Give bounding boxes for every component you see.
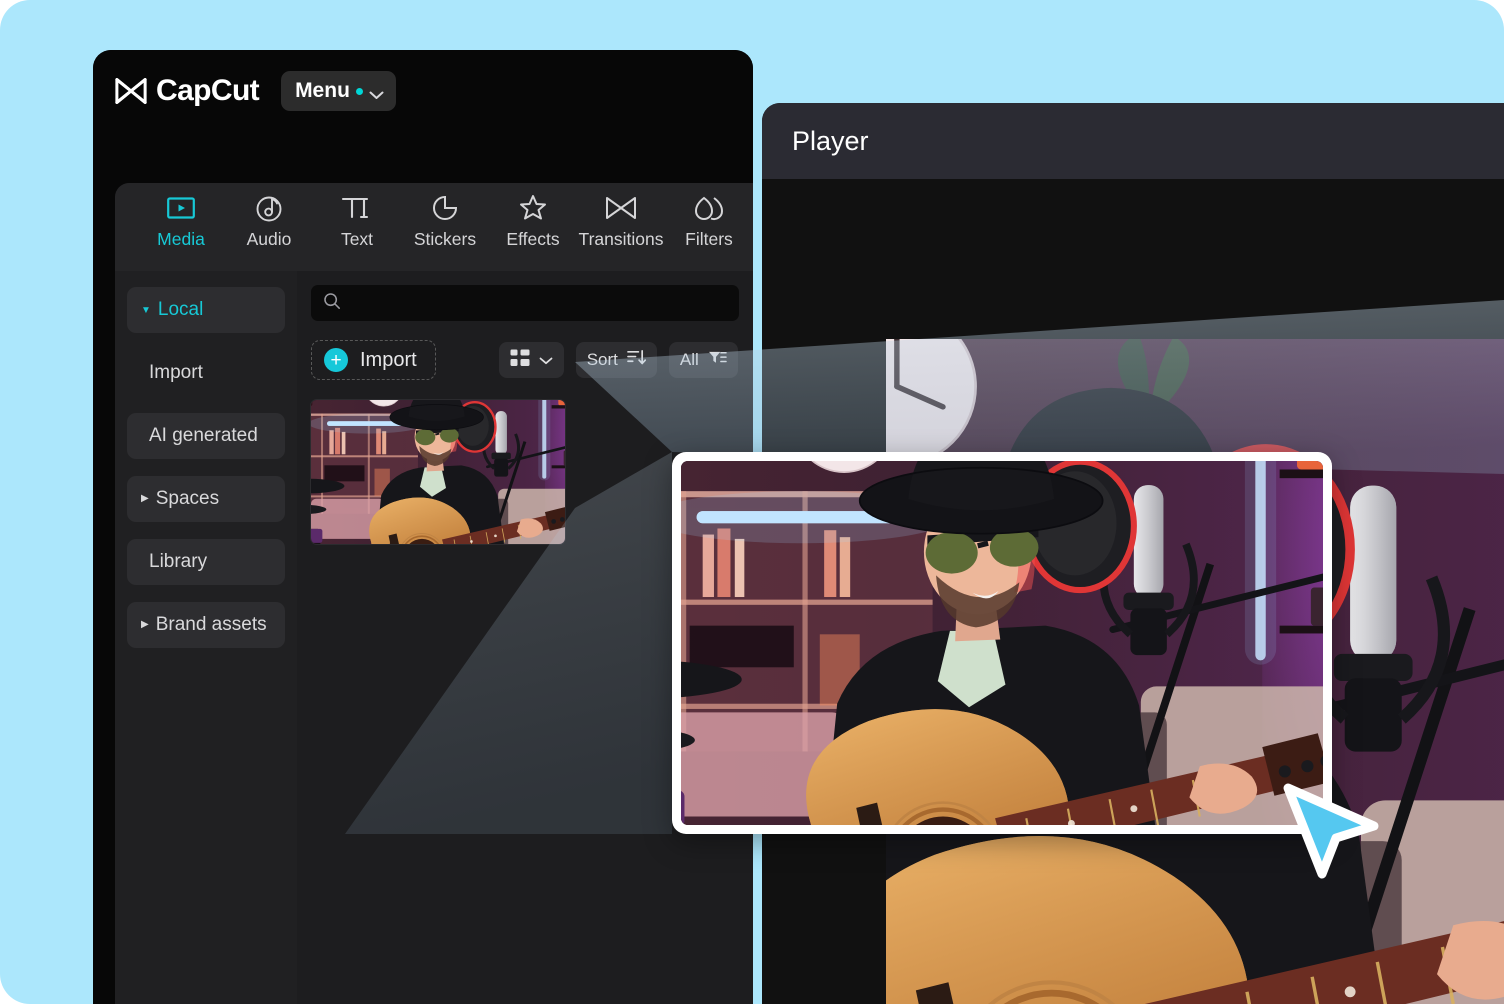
- sidebar-item-spaces-label: Spaces: [156, 488, 219, 510]
- caret-right-icon: ▶: [141, 620, 149, 630]
- zoom-preview-card[interactable]: [672, 452, 1332, 834]
- filters-icon: [694, 193, 724, 223]
- media-toolbar: + Import: [311, 340, 739, 380]
- sidebar-item-brand-assets[interactable]: ▶ Brand assets: [127, 602, 285, 648]
- menu-button[interactable]: Menu: [281, 71, 396, 111]
- tab-strip: Media Audio Text: [115, 183, 753, 271]
- sidebar-item-library[interactable]: Library: [127, 539, 285, 585]
- player-header: Player: [762, 103, 1504, 179]
- chevron-down-icon: [369, 87, 384, 96]
- tab-transitions-label: Transitions: [579, 229, 664, 250]
- menu-button-label: Menu: [295, 79, 350, 103]
- sidebar-item-import-label: Import: [149, 362, 203, 384]
- media-thumbnail-1[interactable]: [311, 400, 565, 544]
- sidebar-item-brand-assets-label: Brand assets: [156, 614, 267, 636]
- audio-note-icon: [255, 193, 283, 223]
- tab-stickers-label: Stickers: [414, 229, 476, 250]
- caret-down-icon: ▼: [141, 306, 151, 316]
- search-input[interactable]: [349, 294, 727, 312]
- sidebar-item-library-label: Library: [149, 551, 207, 573]
- filter-button-label: All: [680, 350, 699, 370]
- plus-circle-icon: +: [324, 348, 348, 372]
- search-icon: [323, 292, 341, 315]
- tab-stickers[interactable]: Stickers: [401, 193, 489, 250]
- caret-right-icon: ▶: [141, 494, 149, 504]
- import-button[interactable]: + Import: [311, 340, 436, 380]
- transitions-icon: [605, 193, 637, 223]
- tab-transitions[interactable]: Transitions: [577, 193, 665, 250]
- player-title: Player: [792, 126, 869, 157]
- sidebar-item-local[interactable]: ▼ Local: [127, 287, 285, 333]
- sidebar-item-ai-generated-label: AI generated: [149, 425, 258, 447]
- tab-effects-label: Effects: [506, 229, 559, 250]
- title-bar: CapCut Menu: [93, 50, 753, 132]
- menu-notification-dot: [356, 88, 363, 95]
- media-play-icon: [167, 193, 195, 223]
- sidebar-item-import[interactable]: Import: [127, 350, 285, 396]
- sort-button-label: Sort: [587, 350, 618, 370]
- chevron-down-icon: [539, 350, 553, 370]
- mouse-pointer-icon: [1278, 782, 1382, 880]
- sidebar-item-spaces[interactable]: ▶ Spaces: [127, 476, 285, 522]
- media-sidebar: ▼ Local Import AI generated ▶ Spaces Lib…: [115, 271, 297, 1004]
- tab-text[interactable]: Text: [313, 193, 401, 250]
- filter-button[interactable]: All: [669, 342, 738, 378]
- tab-text-label: Text: [341, 229, 373, 250]
- tab-audio-label: Audio: [247, 229, 292, 250]
- view-mode-button[interactable]: [499, 342, 564, 378]
- tab-audio[interactable]: Audio: [225, 193, 313, 250]
- tab-effects[interactable]: Effects: [489, 193, 577, 250]
- capcut-logo-icon: [113, 76, 149, 106]
- grid-view-icon: [510, 349, 530, 372]
- brand-name: CapCut: [156, 74, 259, 108]
- search-bar[interactable]: [311, 285, 739, 321]
- sticker-icon: [431, 193, 459, 223]
- zoom-preview-image: [681, 461, 1323, 825]
- tab-filters-label: Filters: [685, 229, 733, 250]
- effects-star-icon: [518, 193, 548, 223]
- sort-descending-icon: [627, 349, 646, 371]
- tab-media[interactable]: Media: [137, 193, 225, 250]
- capcut-editor-window: CapCut Menu Media: [93, 50, 753, 1004]
- import-button-label: Import: [360, 349, 417, 372]
- tab-filters[interactable]: Filters: [665, 193, 753, 250]
- sidebar-item-local-label: Local: [158, 299, 203, 321]
- sidebar-item-ai-generated[interactable]: AI generated: [127, 413, 285, 459]
- tab-media-label: Media: [157, 229, 205, 250]
- filter-icon: [708, 349, 727, 371]
- sort-button[interactable]: Sort: [576, 342, 657, 378]
- text-ti-icon: [340, 193, 374, 223]
